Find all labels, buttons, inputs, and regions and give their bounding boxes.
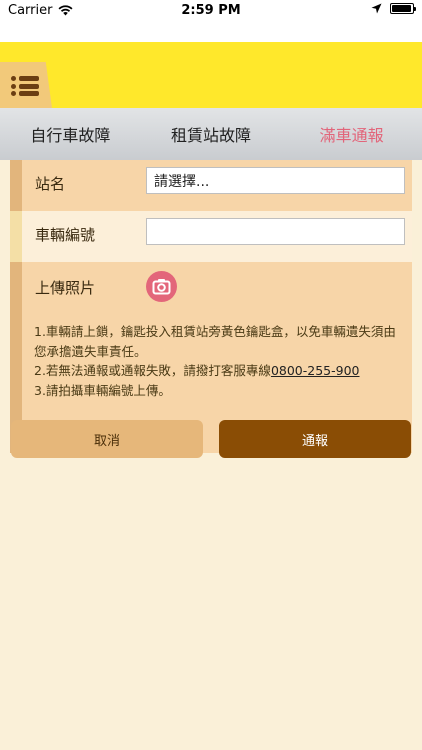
note-line-2: 2.若無法通報或通報失敗，請撥打客服專線0800-255-900 [34, 361, 404, 381]
tab-bar: 自行車故障 租賃站故障 滿車通報 [0, 108, 422, 160]
upload-notes: 1.車輛請上鎖，鑰匙投入租賃站旁黃色鑰匙盒，以免車輛遺失須由您承擔遺失車責任。 … [34, 322, 404, 400]
station-select[interactable] [146, 167, 405, 194]
tab-station-fault[interactable]: 租賃站故障 [141, 108, 282, 160]
camera-button[interactable] [146, 271, 177, 302]
location-arrow-icon [371, 3, 382, 14]
camera-icon [152, 279, 171, 295]
cancel-button[interactable]: 取消 [11, 420, 203, 458]
top-gap [0, 22, 422, 42]
note-line-3: 3.請拍攝車輛編號上傳。 [34, 382, 171, 398]
report-button[interactable]: 通報 [219, 420, 411, 458]
note-line-1: 1.車輛請上鎖，鑰匙投入租賃站旁黃色鑰匙盒，以免車輛遺失須由您承擔遺失車責任。 [34, 324, 396, 359]
status-time: 2:59 PM [181, 3, 241, 18]
bike-number-input[interactable] [146, 218, 405, 245]
station-row: 站名 [10, 160, 412, 211]
note-line-2-text: 2.若無法通報或通報失敗，請撥打客服專線 [34, 363, 271, 378]
battery-fill [392, 5, 411, 12]
bike-number-label: 車輛編號 [35, 226, 96, 244]
station-label: 站名 [35, 175, 66, 193]
phone-link[interactable]: 0800-255-900 [271, 363, 360, 378]
bike-number-row: 車輛編號 [10, 211, 412, 262]
menu-list-icon[interactable] [11, 76, 39, 96]
status-bar: Carrier 2:59 PM [0, 0, 422, 22]
report-form: 站名 車輛編號 上傳照片 [10, 160, 412, 453]
tab-bike-fault[interactable]: 自行車故障 [0, 108, 141, 160]
tab-full-report[interactable]: 滿車通報 [281, 108, 422, 160]
app-header [0, 42, 422, 108]
battery-icon [390, 3, 416, 14]
